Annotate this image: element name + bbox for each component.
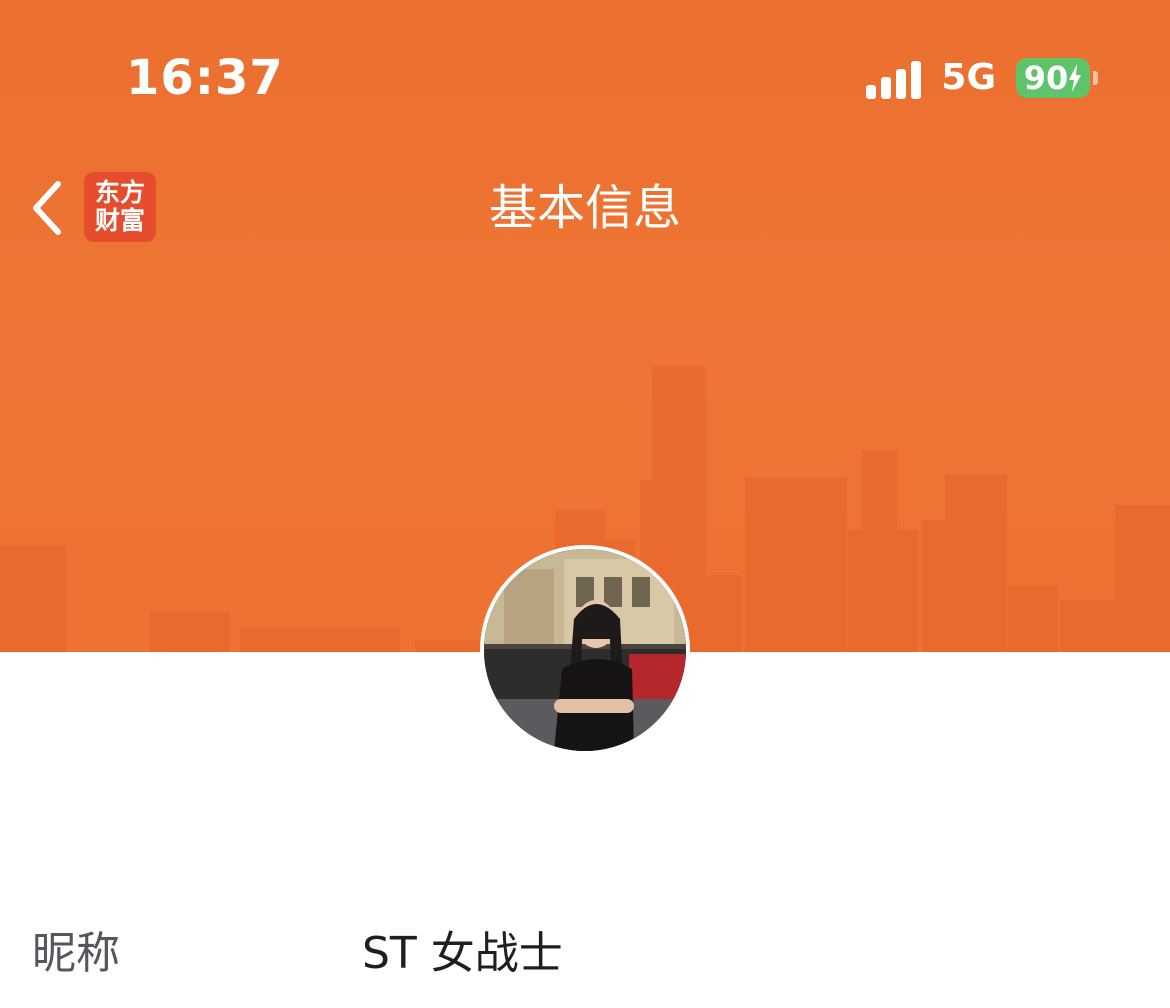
network-type: 5G: [941, 57, 996, 98]
status-time: 16:37: [126, 50, 284, 106]
battery-level: 90: [1023, 59, 1069, 97]
avatar[interactable]: [480, 545, 690, 755]
user-avatar-photo: [484, 549, 686, 751]
battery-charging-icon: 90: [1016, 58, 1098, 98]
nickname-label: 昵称: [32, 928, 120, 979]
nickname-row[interactable]: 昵称 ST 女战士: [0, 910, 1170, 1008]
signal-icon: [866, 57, 922, 99]
page-title: 基本信息: [488, 180, 681, 236]
charging-bolt-icon: [1069, 64, 1082, 92]
status-bar-right: 5G 90: [866, 55, 1098, 101]
nickname-value: ST 女战士: [362, 928, 563, 979]
